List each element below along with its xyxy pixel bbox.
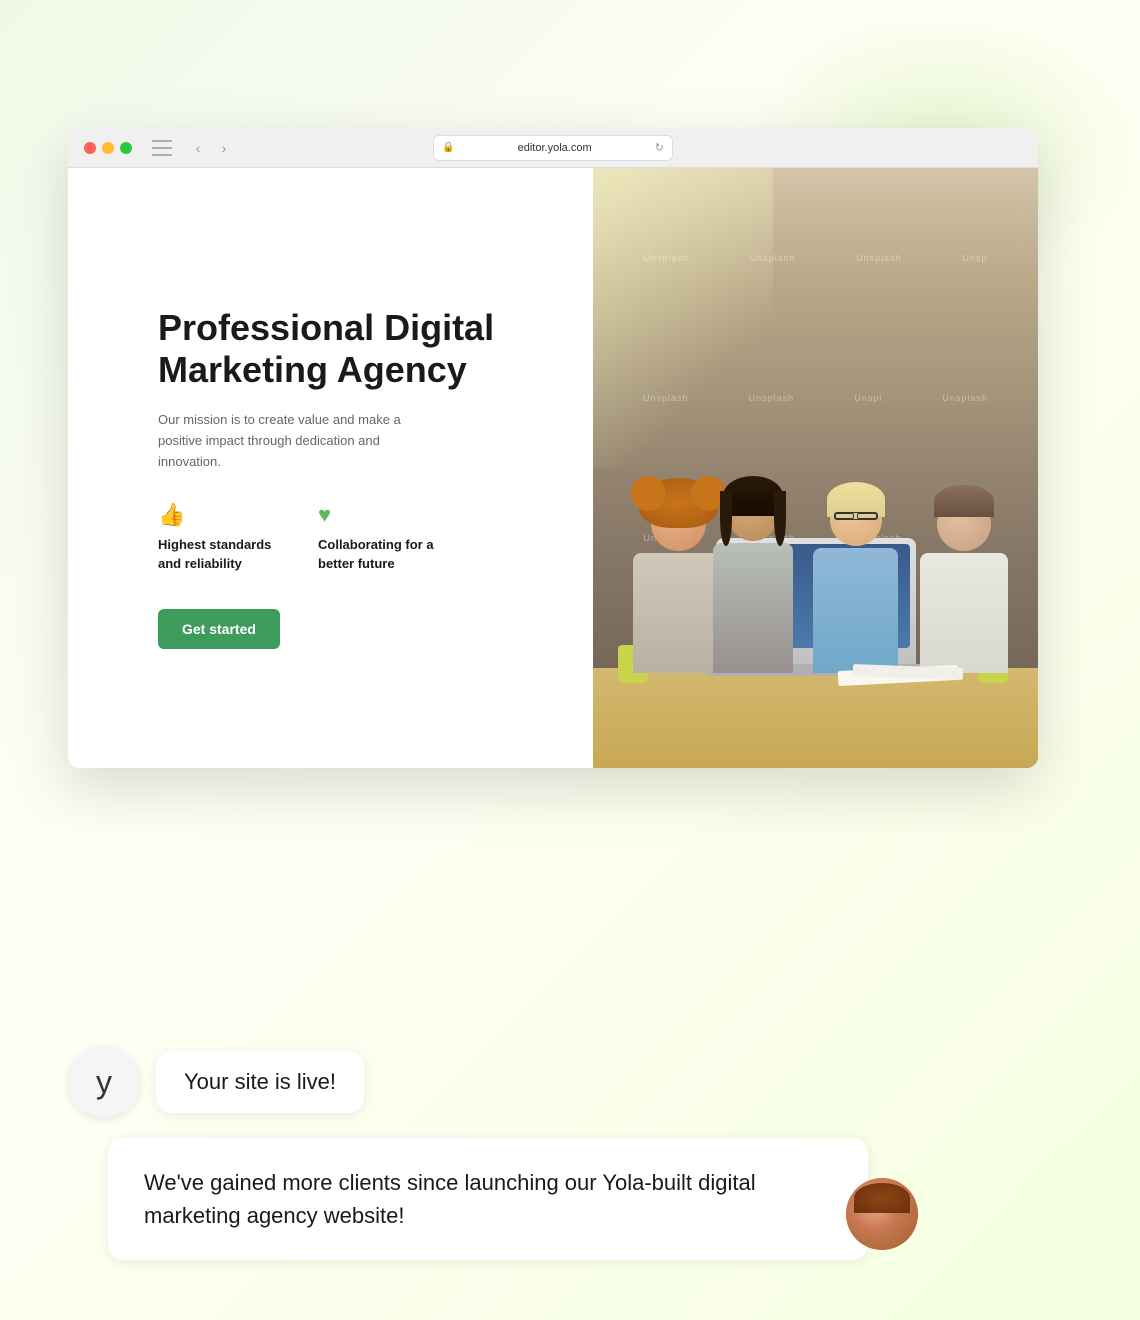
back-button-icon[interactable]: ‹ <box>188 138 208 158</box>
close-button-icon[interactable] <box>84 142 96 154</box>
chat-bubble-testimonial-container: We've gained more clients since launchin… <box>68 1138 1038 1260</box>
avatar-face <box>846 1178 918 1250</box>
user-avatar <box>846 1178 918 1250</box>
hero-title: Professional Digital Marketing Agency <box>158 307 543 390</box>
browser-nav: ‹ › <box>188 138 234 158</box>
browser-content: Professional Digital Marketing Agency Ou… <box>68 168 1038 768</box>
avatar-hair-icon <box>854 1183 910 1213</box>
chat-bubble-notification: y Your site is live! <box>68 1046 1038 1118</box>
traffic-lights <box>84 142 132 154</box>
hero-left-panel: Professional Digital Marketing Agency Ou… <box>68 168 593 768</box>
get-started-button[interactable]: Get started <box>158 609 280 649</box>
maximize-button-icon[interactable] <box>120 142 132 154</box>
forward-button-icon[interactable]: › <box>214 138 234 158</box>
yola-logo-text: y <box>96 1064 112 1101</box>
address-bar[interactable]: 🔒 editor.yola.com ↻ <box>433 135 673 161</box>
feature-item-2: ♥ Collaborating for a better future <box>318 502 438 572</box>
lock-icon: 🔒 <box>442 142 454 153</box>
feature-items: 👍 Highest standards and reliability ♥ Co… <box>158 502 543 572</box>
sidebar-toggle-icon[interactable] <box>152 140 172 156</box>
person-1 <box>633 496 723 673</box>
browser-window: ‹ › 🔒 editor.yola.com ↻ Professional Dig… <box>68 128 1038 768</box>
yola-logo-avatar: y <box>68 1046 140 1118</box>
browser-chrome: ‹ › 🔒 editor.yola.com ↻ <box>68 128 1038 168</box>
testimonial-bubble-text: We've gained more clients since launchin… <box>108 1138 868 1260</box>
thumbs-up-icon: 👍 <box>158 502 278 528</box>
feature-text-1: Highest standards and reliability <box>158 536 278 572</box>
minimize-button-icon[interactable] <box>102 142 114 154</box>
feature-item-1: 👍 Highest standards and reliability <box>158 502 278 572</box>
testimonial-text: We've gained more clients since launchin… <box>144 1170 756 1228</box>
people-scene <box>593 168 1038 768</box>
table <box>593 668 1038 768</box>
refresh-icon[interactable]: ↻ <box>655 141 664 154</box>
heart-icon: ♥ <box>318 502 438 528</box>
person-3 <box>813 494 898 673</box>
person-2 <box>713 491 793 673</box>
hero-description: Our mission is to create value and make … <box>158 410 418 472</box>
chat-area: y Your site is live! We've gained more c… <box>68 1046 1038 1260</box>
feature-text-2: Collaborating for a better future <box>318 536 438 572</box>
notification-bubble-text: Your site is live! <box>156 1051 364 1113</box>
person-4 <box>920 497 1008 673</box>
hero-image-panel: Unsplash Unsplash Unsplash Unsp Unsplash… <box>593 168 1038 768</box>
url-text: editor.yola.com <box>458 142 650 154</box>
